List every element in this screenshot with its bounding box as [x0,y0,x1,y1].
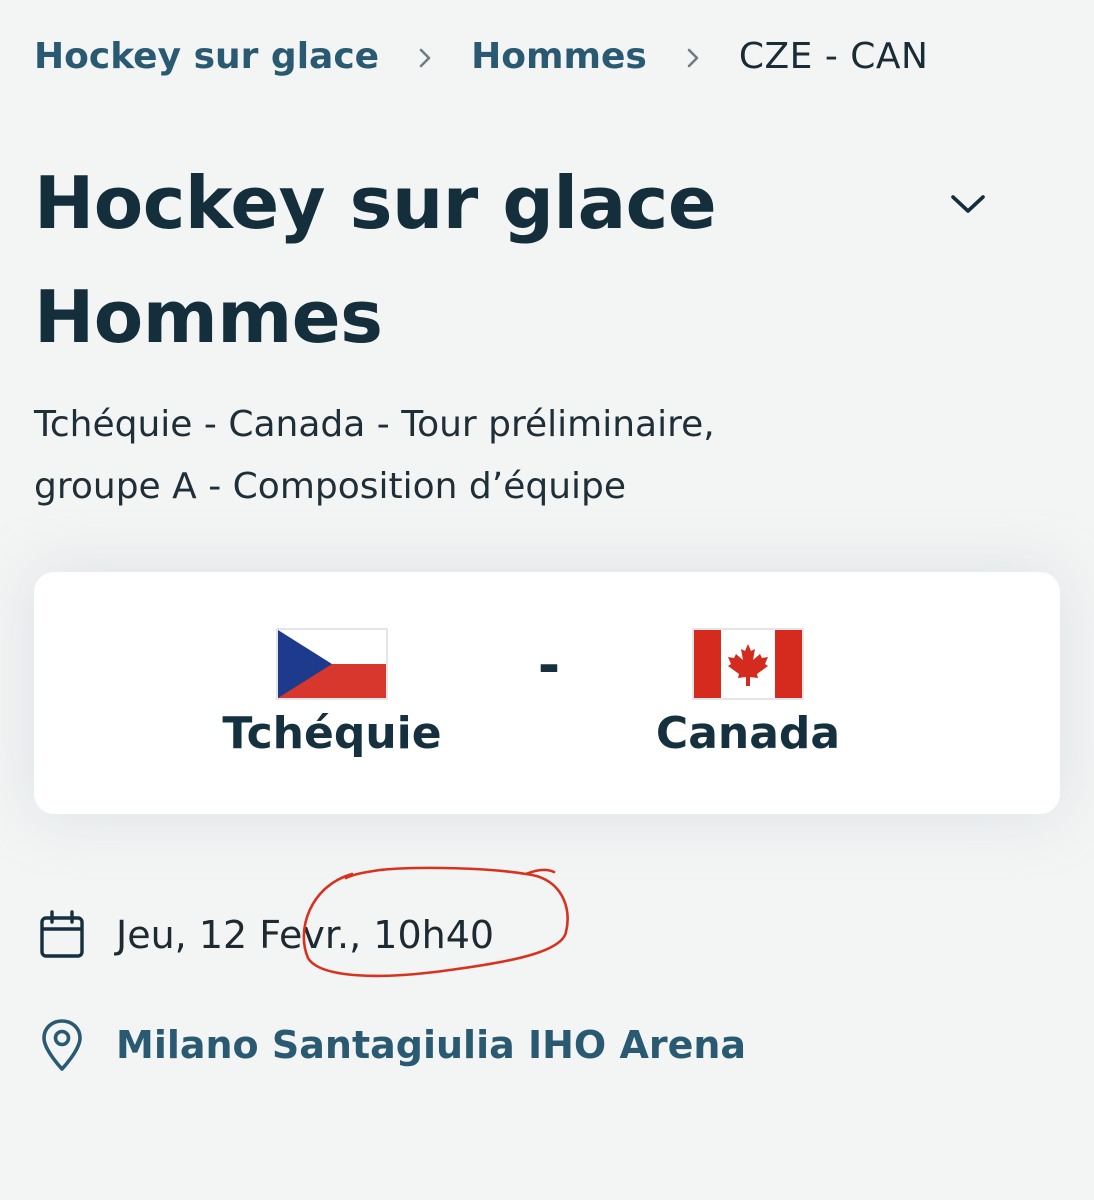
chevron-right-icon [379,40,471,73]
match-card: Tchéquie - Canada [34,572,1060,814]
away-team[interactable]: Canada [578,630,918,764]
page-title-line-2: Hommes [34,275,383,359]
breadcrumb-link-hommes[interactable]: Hommes [471,36,647,77]
away-team-name: Canada [655,708,841,759]
match-subtitle: Tchéquie - Canada - Tour préliminaire, g… [34,394,934,518]
page-title-line-1: Hockey sur glace [34,161,717,245]
expand-toggle-button[interactable] [940,176,996,232]
venue-row: Milano Santagiulia IHO Arena [38,1016,746,1074]
page-title: Hockey sur glace Hommes [34,146,894,374]
breadcrumb-link-hockey[interactable]: Hockey sur glace [34,36,379,77]
home-team-name: Tchéquie [222,708,442,759]
match-date-time: Jeu, 12 Fevr., 10h40 [116,913,495,957]
breadcrumb-current: CZE - CAN [738,35,929,77]
canada-flag-icon [694,630,802,698]
subtitle-line-1: Tchéquie - Canada - Tour préliminaire, [34,404,715,445]
czech-flag-icon [278,630,386,698]
versus-separator: - [537,634,561,697]
venue-link[interactable]: Milano Santagiulia IHO Arena [116,1023,746,1067]
calendar-icon [38,906,86,964]
chevron-right-icon [647,40,739,73]
location-pin-icon [38,1016,86,1074]
match-date-row: Jeu, 12 Fevr., 10h40 [38,906,494,964]
breadcrumb: Hockey sur glace Hommes CZE - CAN [34,30,928,82]
chevron-down-icon [951,195,985,213]
home-team[interactable]: Tchéquie [162,630,502,764]
subtitle-line-2: groupe A - Composition d’équipe [34,466,627,507]
